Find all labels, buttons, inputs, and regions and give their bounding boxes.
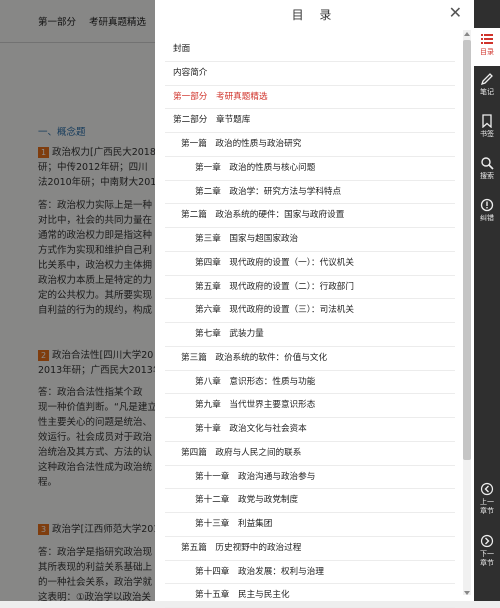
bookmark-icon — [482, 114, 492, 128]
toc-item[interactable]: 第十章 政治文化与社会资本 — [165, 418, 455, 442]
toc-item[interactable]: 第九章 当代世界主要意识形态 — [165, 394, 455, 418]
scroll-up-icon[interactable] — [464, 32, 470, 36]
toc-item[interactable]: 第十五章 民主与民主化 — [165, 584, 455, 608]
toc-item[interactable]: 第三章 国家与超国家政治 — [165, 228, 455, 252]
toc-item[interactable]: 第一章 政治的性质与核心问题 — [165, 157, 455, 181]
bookmark-label: 书签 — [480, 130, 494, 138]
toc-item[interactable]: 第四章 现代政府的设置（一）：代议机关 — [165, 252, 455, 276]
right-toolbar: 目录 笔记 书签 搜索 纠错 上一 章节 下一 章节 — [474, 0, 500, 601]
toc-item[interactable]: 第三篇 政治系统的软件：价值与文化 — [165, 347, 455, 371]
arrow-left-circle-icon — [480, 482, 494, 496]
close-icon[interactable]: ✕ — [449, 3, 462, 22]
toc-list: 封面 内容简介 第一部分 考研真题精选 第二部分 章节题库 第一篇 政治的性质与政治研究… — [165, 38, 455, 608]
toc-item[interactable]: 第一部分 考研真题精选 — [165, 86, 455, 110]
search-label: 搜索 — [480, 172, 494, 180]
prev-chapter-button[interactable]: 上一 章节 — [474, 482, 500, 516]
toc-item[interactable]: 第五章 现代政府的设置（二）：行政部门 — [165, 276, 455, 300]
notes-label: 笔记 — [480, 88, 494, 96]
report-button[interactable]: 纠错 — [474, 198, 500, 223]
toc-item[interactable]: 第二篇 政治系统的硬件：国家与政府设置 — [165, 204, 455, 228]
list-icon — [481, 34, 493, 44]
toc-item[interactable]: 第十四章 政治发展：权利与治理 — [165, 561, 455, 585]
report-label: 纠错 — [480, 214, 494, 222]
scrollbar-thumb[interactable] — [463, 40, 471, 460]
catalog-button[interactable]: 目录 — [474, 28, 500, 66]
toc-item[interactable]: 第四篇 政府与人民之间的联系 — [165, 442, 455, 466]
toc-item[interactable]: 第十二章 政党与政党制度 — [165, 489, 455, 513]
toc-item[interactable]: 第五篇 历史视野中的政治过程 — [165, 537, 455, 561]
toc-panel: 目 录 ✕ 封面 内容简介 第一部分 考研真题精选 第二部分 章节题库 第一篇 政治的性… — [155, 0, 474, 608]
toc-item[interactable]: 内容简介 — [165, 62, 455, 86]
arrow-right-circle-icon — [480, 534, 494, 548]
notes-button[interactable]: 笔记 — [474, 72, 500, 97]
bookmark-button[interactable]: 书签 — [474, 114, 500, 139]
toc-item[interactable]: 第七章 武装力量 — [165, 323, 455, 347]
search-icon — [481, 157, 494, 170]
toc-item[interactable]: 第六章 现代政府的设置（三）：司法机关 — [165, 299, 455, 323]
next-chapter-button[interactable]: 下一 章节 — [474, 534, 500, 568]
toc-item[interactable]: 第一篇 政治的性质与政治研究 — [165, 133, 455, 157]
scroll-down-icon[interactable] — [464, 591, 470, 595]
toc-item[interactable]: 第十一章 政治沟通与政治参与 — [165, 466, 455, 490]
toc-title: 目 录 — [291, 8, 338, 22]
toc-item[interactable]: 封面 — [165, 38, 455, 62]
pencil-icon — [480, 73, 493, 86]
search-button[interactable]: 搜索 — [474, 156, 500, 181]
catalog-label: 目录 — [480, 48, 494, 56]
toc-item[interactable]: 第十三章 利益集团 — [165, 513, 455, 537]
toc-item[interactable]: 第八章 意识形态：性质与功能 — [165, 371, 455, 395]
alert-icon — [480, 198, 494, 212]
toc-item[interactable]: 第二部分 章节题库 — [165, 109, 455, 133]
toc-item[interactable]: 第二章 政治学：研究方法与学科特点 — [165, 181, 455, 205]
